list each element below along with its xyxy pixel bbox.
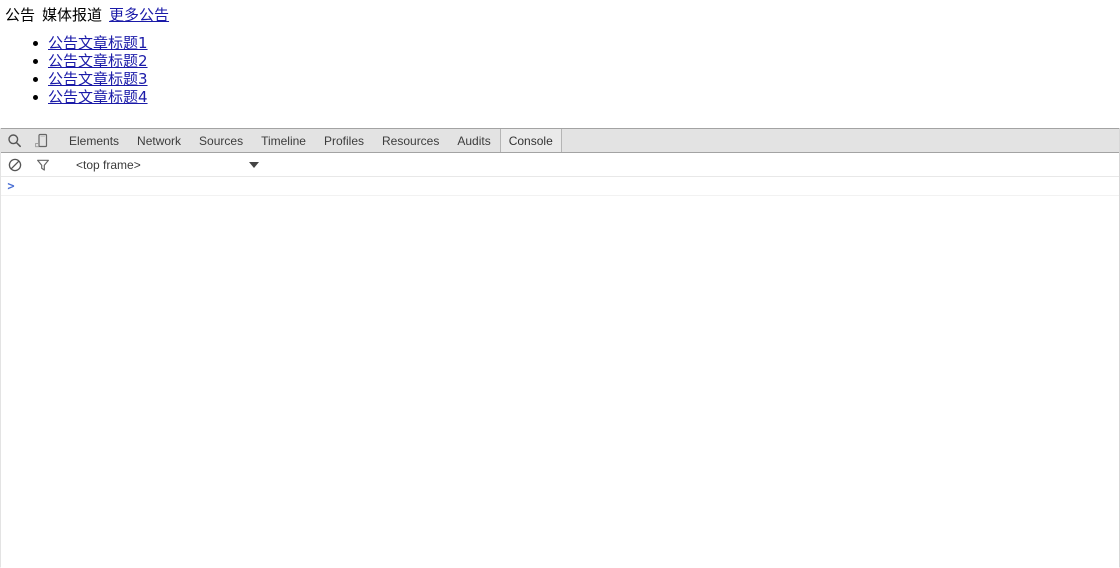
tab-console[interactable]: Console [499, 129, 562, 152]
tab-profiles[interactable]: Profiles [315, 129, 373, 152]
announcement-link-1[interactable]: 公告文章标题1 [48, 34, 148, 52]
execution-context-selector[interactable]: <top frame> [67, 154, 267, 176]
clear-console-button[interactable] [1, 153, 29, 177]
console-toolbar: <top frame> [1, 153, 1119, 177]
list-item: 公告文章标题4 [33, 88, 148, 106]
filter-button[interactable] [29, 153, 57, 177]
devtools-tab-list: Elements Network Sources Timeline Profil… [60, 129, 562, 152]
tab-audits[interactable]: Audits [448, 129, 499, 152]
devtools-panel: Elements Network Sources Timeline Profil… [0, 128, 1120, 568]
clear-console-icon [8, 158, 22, 172]
announcement-list: 公告文章标题1 公告文章标题2 公告文章标题3 公告文章标题4 [0, 34, 148, 106]
list-item: 公告文章标题2 [33, 52, 148, 70]
mobile-device-icon [34, 133, 49, 148]
chevron-down-icon [249, 161, 259, 168]
tab-sources[interactable]: Sources [190, 129, 252, 152]
tab-timeline[interactable]: Timeline [252, 129, 315, 152]
console-prompt-icon: > [7, 179, 15, 193]
console-output-area [1, 196, 1119, 566]
announcement-link-3[interactable]: 公告文章标题3 [48, 70, 148, 88]
tab-resources[interactable]: Resources [373, 129, 448, 152]
list-item: 公告文章标题1 [33, 34, 148, 52]
more-announcements-link[interactable]: 更多公告 [109, 6, 169, 24]
web-page-content: 公告 媒体报道 更多公告 公告文章标题1 公告文章标题2 公告文章标题3 公告文章标… [0, 0, 1120, 128]
inspect-element-button[interactable] [1, 129, 28, 152]
tab-network[interactable]: Network [128, 129, 190, 152]
filter-funnel-icon [36, 158, 50, 172]
console-prompt-row[interactable]: > [1, 177, 1119, 196]
nav-item-media-coverage: 媒体报道 [42, 6, 103, 24]
tab-elements[interactable]: Elements [60, 129, 128, 152]
announcement-nav: 公告 媒体报道 更多公告 [5, 5, 169, 25]
console-panel[interactable]: > [1, 177, 1119, 566]
list-item: 公告文章标题3 [33, 70, 148, 88]
search-icon [7, 133, 22, 148]
announcement-link-2[interactable]: 公告文章标题2 [48, 52, 148, 70]
execution-context-value: <top frame> [76, 157, 141, 172]
devtools-tabbar: Elements Network Sources Timeline Profil… [1, 128, 1119, 153]
nav-item-announcements: 公告 [5, 6, 36, 24]
toggle-device-mode-button[interactable] [28, 129, 55, 152]
console-input[interactable] [21, 179, 1119, 193]
announcement-link-4[interactable]: 公告文章标题4 [48, 88, 148, 106]
